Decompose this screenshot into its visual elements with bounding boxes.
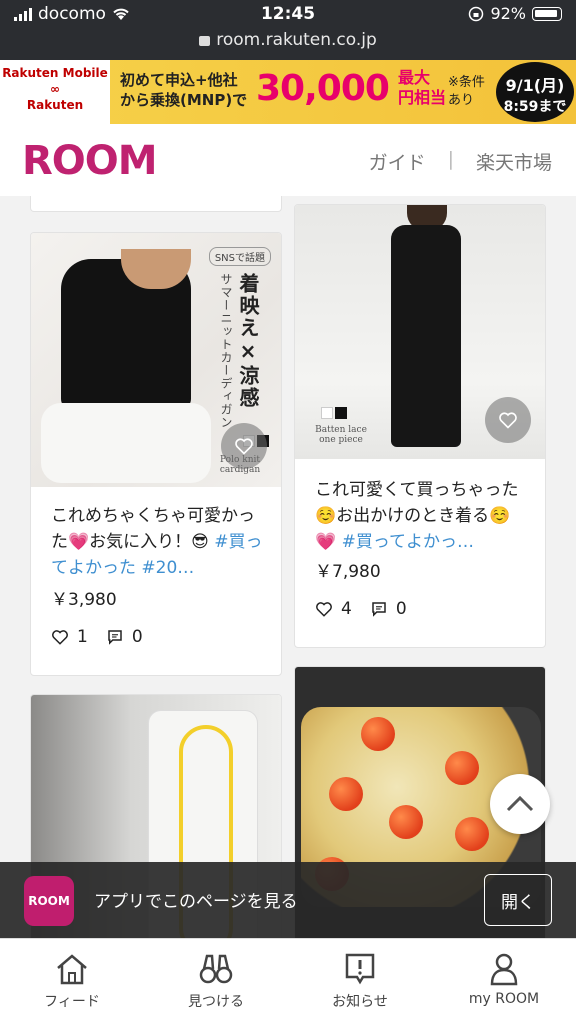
nav-feed[interactable]: フィード	[0, 939, 144, 1024]
site-header: ROOM ガイド | 楽天市場	[0, 124, 576, 196]
battery-percent: 92%	[490, 4, 526, 23]
like-button[interactable]	[221, 423, 267, 469]
comment-count: 0	[395, 599, 407, 619]
banner-copy: 初めて申込+他社 から乗換(MNP)で	[120, 70, 247, 110]
nav-discover-label: 見つける	[188, 994, 244, 1010]
battery-icon	[532, 6, 562, 21]
comment-icon[interactable]	[106, 628, 124, 646]
heart-icon	[499, 412, 517, 429]
item-card[interactable]: Batten lace one piece これ可愛くて買っちゃった☺️お出かけ…	[294, 204, 546, 648]
like-button[interactable]	[485, 397, 531, 443]
nav-my-room-label: my ROOM	[468, 991, 540, 1007]
url-text: room.rakuten.co.jp	[216, 30, 377, 50]
image-title: 着映え×涼感	[236, 273, 260, 409]
banner-note-line-1: ※条件	[448, 75, 485, 90]
tomato-shape	[361, 717, 395, 751]
item-stats: 1 0	[51, 627, 143, 647]
item-price: ￥7,980	[315, 562, 381, 582]
nav-notifications[interactable]: お知らせ	[288, 939, 432, 1024]
banner-note-line-2: あり	[448, 93, 475, 108]
rakuten-mobile-logo: Rakuten Mobile ∞ Rakuten	[0, 60, 110, 124]
bottom-nav: フィード 見つける お知らせ my ROOM	[0, 938, 576, 1024]
nav-feed-label: フィード	[44, 994, 100, 1010]
banner-unit: 最大 円相当	[398, 68, 446, 108]
item-comment: これ可愛くて買っちゃった☺️お出かけのとき着る☺️💗 #買ってよかっ…	[315, 477, 531, 555]
tomato-shape	[389, 805, 423, 839]
banner-note: ※条件 あり	[448, 74, 485, 110]
battery-status: 92%	[468, 4, 562, 23]
cardigan-illustration	[61, 249, 191, 409]
pants-illustration	[41, 403, 211, 483]
item-stats: 4 0	[315, 599, 407, 619]
lock-icon	[199, 36, 211, 46]
item-price: ￥3,980	[51, 590, 117, 610]
nav-my-room[interactable]: my ROOM	[432, 939, 576, 1024]
address-bar[interactable]: room.rakuten.co.jp	[0, 30, 576, 50]
image-subtitle: サマーニットカーディガン	[219, 273, 233, 429]
like-count: 4	[341, 599, 352, 619]
banner-copy-line-1: 初めて申込+他社	[120, 71, 238, 89]
heart-icon	[235, 438, 253, 455]
dress-illustration	[391, 225, 461, 447]
nav-notifications-label: お知らせ	[332, 994, 388, 1010]
hashtag-link[interactable]: #買ってよかっ…	[342, 532, 474, 552]
open-in-app-bar: ROOM アプリでこのページを見る 開く	[0, 862, 576, 938]
logo-line-1: Rakuten Mobile	[2, 66, 108, 80]
scroll-to-top-button[interactable]	[490, 774, 550, 834]
banner-deadline-badge: 9/1(月) 8:59まで	[496, 62, 574, 122]
rakuten-ichiba-link[interactable]: 楽天市場	[476, 148, 552, 175]
promo-banner[interactable]: Rakuten Mobile ∞ Rakuten 初めて申込+他社 から乗換(M…	[0, 60, 576, 124]
notification-icon	[345, 953, 375, 985]
item-image[interactable]: SNSで話題 着映え×涼感 サマーニットカーディガン Polo knit car…	[31, 233, 281, 487]
color-swatch-white	[321, 407, 333, 419]
sns-badge: SNSで話題	[208, 247, 271, 266]
open-app-button[interactable]: 開く	[484, 874, 552, 926]
home-icon	[57, 954, 87, 985]
tomato-shape	[329, 777, 363, 811]
user-icon	[490, 953, 518, 986]
nav-separator: |	[447, 148, 454, 170]
chevron-up-icon	[506, 795, 534, 812]
image-caption: Batten lace one piece	[315, 425, 367, 445]
room-app-icon: ROOM	[24, 876, 74, 926]
item-comment: これめちゃくちゃ可愛かった💗お気に入り！😎 #買ってよかった #20…	[51, 503, 267, 581]
heart-outline-icon[interactable]	[315, 600, 333, 618]
tomato-shape	[455, 817, 489, 851]
rotation-lock-icon	[469, 6, 484, 21]
deadline-date: 9/1(月)	[505, 76, 565, 95]
header-nav: ガイド | 楽天市場	[369, 148, 552, 175]
comment-icon[interactable]	[370, 600, 388, 618]
tomato-shape	[445, 751, 479, 785]
banner-amount: 30,000	[256, 68, 390, 109]
item-image[interactable]: Batten lace one piece	[295, 205, 545, 459]
binoculars-icon	[199, 954, 233, 984]
nav-discover[interactable]: 見つける	[144, 939, 288, 1024]
open-in-app-text: アプリでこのページを見る	[94, 892, 298, 912]
item-card[interactable]: SNSで話題 着映え×涼感 サマーニットカーディガン Polo knit car…	[30, 232, 282, 676]
banner-unit-line-2: 円相当	[398, 88, 447, 107]
logo-line-2: ∞	[50, 82, 60, 96]
room-logo[interactable]: ROOM	[22, 138, 158, 184]
status-bar: docomo 12:45 92% room.rakuten.co.jp	[0, 0, 576, 60]
heart-outline-icon[interactable]	[51, 628, 69, 646]
previous-card-edge	[30, 196, 282, 212]
logo-line-3: Rakuten	[26, 98, 84, 112]
banner-unit-line-1: 最大	[398, 68, 431, 87]
banner-copy-line-2: から乗換(MNP)で	[120, 91, 248, 109]
guide-link[interactable]: ガイド	[369, 148, 426, 175]
comment-count: 0	[131, 627, 143, 647]
like-count: 1	[77, 627, 88, 647]
model-chin	[121, 249, 191, 289]
color-swatch-black	[335, 407, 347, 419]
deadline-time: 8:59まで	[503, 99, 567, 115]
